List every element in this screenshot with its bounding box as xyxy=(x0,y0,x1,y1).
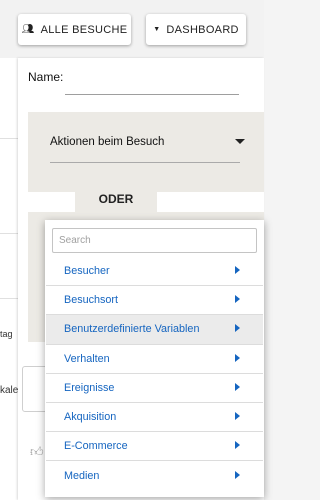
chevron-right-icon xyxy=(235,470,240,479)
caret-down-icon: ▼ xyxy=(153,26,161,33)
menu-item-label: Besucher xyxy=(64,265,110,278)
menu-item-ecommerce[interactable]: E-Commerce xyxy=(46,432,263,462)
dashboard-label: DASHBOARD xyxy=(166,23,239,36)
menu-item-acquisition[interactable]: Akquisition xyxy=(46,403,263,433)
chevron-right-icon xyxy=(235,295,240,304)
dashboard-button[interactable]: ▼ DASHBOARD xyxy=(146,14,246,45)
menu-item-label: Benutzerdefinierte Variablen xyxy=(64,323,200,336)
chevron-right-icon xyxy=(235,382,240,391)
menu-item-visit-location[interactable]: Besuchsort xyxy=(46,286,263,316)
menu-item-label: E-Commerce xyxy=(64,440,128,453)
menu-item-custom-variables[interactable]: Benutzerdefinierte Variablen xyxy=(46,315,263,345)
name-input[interactable] xyxy=(65,94,239,95)
thumbs-up-icon: 👍︎ xyxy=(30,444,44,459)
menu-item-visitor[interactable]: Besucher xyxy=(46,257,263,287)
condition-select[interactable]: Aktionen beim Besuch xyxy=(50,136,164,148)
menu-item-media[interactable]: Medien xyxy=(46,461,263,490)
select-underline xyxy=(50,162,240,163)
all-visits-button[interactable]: 👥︎ ALLE BESUCHE xyxy=(18,14,131,45)
menu-item-behavior[interactable]: Verhalten xyxy=(46,345,263,374)
all-visits-label: ALLE BESUCHE xyxy=(40,23,128,36)
segment-category-dropdown: Besucher Besuchsort Benutzerdefinierte V… xyxy=(45,220,264,497)
condition-block: Aktionen beim Besuch xyxy=(28,112,264,192)
chevron-right-icon xyxy=(235,324,240,333)
chevron-right-icon xyxy=(235,441,240,450)
chevron-right-icon xyxy=(235,353,240,362)
menu-item-label: Ereignisse xyxy=(64,381,115,394)
menu-item-label: Medien xyxy=(64,469,100,482)
menu-item-label: Akquisition xyxy=(64,411,117,424)
menu-item-events[interactable]: Ereignisse xyxy=(46,374,263,403)
name-label: Name: xyxy=(28,70,64,84)
category-menu: Besucher Besuchsort Benutzerdefinierte V… xyxy=(46,257,263,491)
chevron-right-icon xyxy=(235,412,240,421)
caret-down-icon[interactable] xyxy=(235,139,245,144)
menu-item-label: Verhalten xyxy=(64,352,110,365)
search-input[interactable] xyxy=(52,228,257,253)
chevron-right-icon xyxy=(235,266,240,275)
people-icon: 👥︎ xyxy=(21,24,35,35)
menu-item-label: Besuchsort xyxy=(64,294,119,307)
background-text-fragment: tag xyxy=(0,329,13,339)
or-label: ODER xyxy=(75,186,157,212)
top-toolbar: 👥︎ ALLE BESUCHE ▼ DASHBOARD xyxy=(0,0,264,58)
